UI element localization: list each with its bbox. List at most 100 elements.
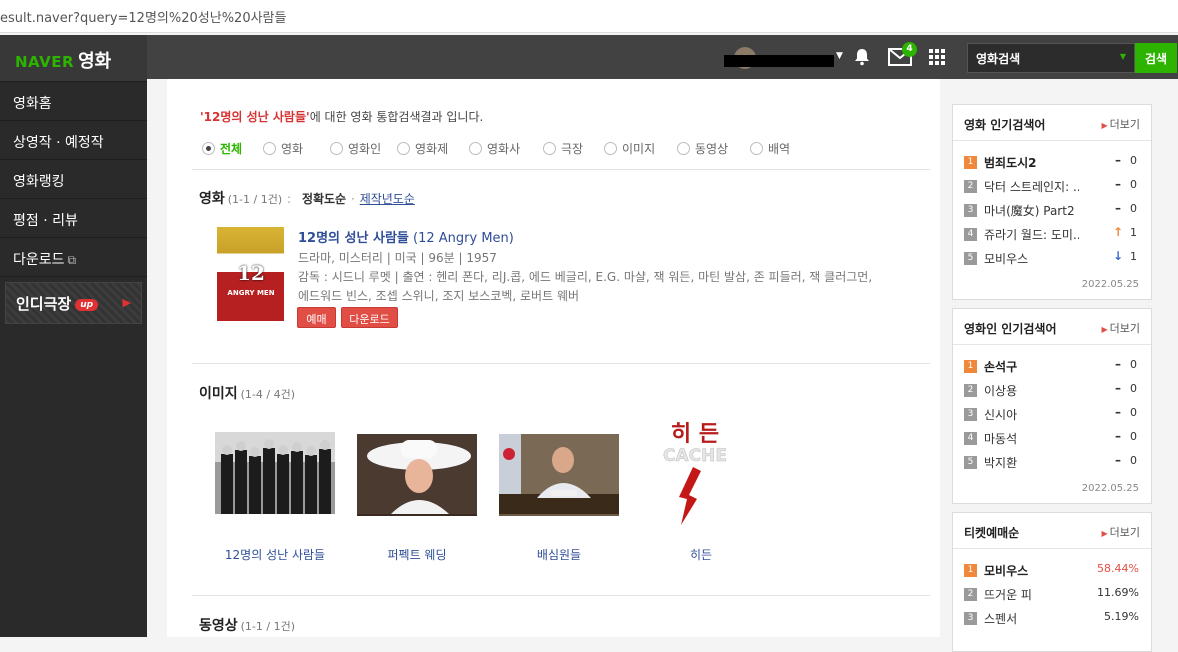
sidebar-item-movie-home[interactable]: 영화홈 [0, 82, 147, 121]
rank-number: 2 [964, 384, 977, 397]
rank-number: 3 [964, 408, 977, 421]
rank-name-link[interactable]: 박지환 [984, 454, 1079, 471]
search-summary-text: 에 대한 영화 통합검색결과 입니다. [309, 110, 484, 124]
rank-name-link[interactable]: 신시아 [984, 406, 1079, 423]
bell-icon[interactable] [852, 47, 872, 67]
sort-year-link[interactable]: 제작년도순 [360, 192, 415, 206]
rank-list: 1 범죄도시2–0 2 닥터 스트레인지: .. –0 3 마녀(魔女) Part2 .… [953, 141, 1151, 271]
radio[interactable] [263, 142, 276, 155]
section-title: 이미지 [199, 386, 238, 402]
filter-company[interactable]: 영화사 [469, 140, 520, 157]
radio[interactable] [397, 142, 410, 155]
rank-name-link[interactable]: 마동석 [984, 430, 1079, 447]
rank-name-link[interactable]: 이상용 [984, 382, 1079, 399]
movie-cast-line2: 에드워드 빈스, 조셉 스위니, 조지 보스코벡, 로버트 웨버 [298, 289, 580, 303]
filter-label: 영화사 [487, 142, 521, 156]
radio[interactable] [543, 142, 556, 155]
radio[interactable] [604, 142, 617, 155]
image-caption[interactable]: 12명의 성난 사람들 [205, 546, 345, 563]
divider [192, 169, 930, 170]
movie-poster[interactable]: 12 ANGRY MEN [217, 227, 284, 321]
naver-movie-logo[interactable]: NAVER 영화 [0, 35, 147, 82]
rank-name-link[interactable]: 범죄도시2 [984, 154, 1079, 171]
movie-logo-text: 영화 [78, 51, 112, 72]
movie-section-header: 영화 (1-1 / 1건) : 정확도순 · 제작년도순 [199, 188, 415, 208]
filter-label: 전체 [220, 142, 243, 156]
rank-item: 4 마동석 –0 [953, 427, 1151, 451]
panel-title: 영화 인기검색어 [964, 118, 1046, 132]
download-button[interactable]: 다운로드 [341, 307, 398, 328]
rank-item: 3 스펜서 5.19% [953, 607, 1151, 631]
rank-name-link[interactable]: 모비우스 [984, 562, 1079, 579]
address-bar[interactable]: esult.naver?query=12명의%20성난%20사람들 [0, 0, 1178, 33]
sidebar-item-ranking[interactable]: 영화랭킹 [0, 160, 147, 199]
movie-english-title[interactable]: (12 Angry Men) [413, 231, 514, 246]
image-thumb-hidden[interactable]: 히 든 CACHE [641, 415, 749, 527]
filter-festival[interactable]: 영화제 [397, 140, 448, 157]
rank-number: 1 [964, 156, 977, 169]
rank-name-link[interactable]: 뜨거운 피 [984, 586, 1079, 603]
rank-change-value: 0 [1130, 454, 1137, 467]
radio-selected[interactable] [202, 142, 215, 155]
rank-change-value: 1 [1130, 250, 1137, 263]
movie-popular-search-panel: 영화 인기검색어 ▶ 더보기 1 범죄도시2–0 2 닥터 스트레인지: .. –0 3마… [952, 104, 1152, 300]
more-link[interactable]: ▶ 더보기 [1101, 524, 1140, 540]
colon: : [287, 192, 292, 206]
sort-accuracy[interactable]: 정확도순 [302, 192, 346, 206]
image-caption[interactable]: 히든 [631, 546, 771, 563]
video-section-header: 동영상 (1-1 / 1건) [199, 615, 295, 635]
more-label: 더보기 [1109, 526, 1140, 539]
radio[interactable] [469, 142, 482, 155]
rank-change: – [1115, 381, 1121, 395]
reserve-button[interactable]: 예매 [297, 307, 336, 328]
image-caption[interactable]: 배심원들 [489, 546, 629, 563]
rank-name-link[interactable]: 쥬라기 월드: 도미.. [984, 226, 1079, 243]
rank-name-link[interactable]: 모비우스 [984, 250, 1079, 267]
sort-separator: · [350, 192, 355, 206]
panel-header: 티켓예매순 ▶ 더보기 [953, 513, 1151, 549]
radio[interactable] [750, 142, 763, 155]
rank-name-link[interactable]: 손석구 [984, 358, 1079, 375]
search-button[interactable]: 검색 [1135, 43, 1177, 73]
more-link[interactable]: ▶ 더보기 [1101, 320, 1140, 336]
sidebar-item-now-showing[interactable]: 상영작 · 예정작 [0, 121, 147, 160]
rank-change: – [1115, 453, 1121, 467]
image-caption[interactable]: 퍼펙트 웨딩 [347, 546, 487, 563]
indie-theater-banner[interactable]: 인디극장 up ▶ [5, 282, 142, 324]
rank-change: – [1115, 429, 1121, 443]
rank-name-link[interactable]: 스펜서 [984, 610, 1079, 627]
section-title: 영화 [199, 191, 225, 207]
image-thumb-perfect-wedding[interactable] [357, 434, 477, 516]
sidebar-item-label: 상영작 · 예정작 [13, 135, 104, 151]
filter-image[interactable]: 이미지 [604, 140, 655, 157]
rank-number: 1 [964, 360, 977, 373]
panel-date: 2022.05.25 [1081, 483, 1139, 494]
user-menu[interactable]: ▼ [724, 47, 843, 69]
radio[interactable] [677, 142, 690, 155]
sidebar-item-download[interactable]: 다운로드 ⧉ [0, 238, 147, 277]
image-thumb-12-angry-men[interactable] [215, 432, 335, 514]
image-thumb-juror[interactable] [499, 434, 619, 516]
filter-all[interactable]: 전체 [202, 140, 242, 157]
filter-movie[interactable]: 영화 [263, 140, 303, 157]
rank-name-link[interactable]: 마녀(魔女) Part2 .. [984, 202, 1079, 219]
movie-title-link[interactable]: 12명의 성난 사람들 [298, 231, 409, 246]
sidebar-item-reviews[interactable]: 평점 · 리뷰 [0, 199, 147, 238]
rank-change-value: 0 [1130, 202, 1137, 215]
filter-role[interactable]: 배역 [750, 140, 790, 157]
filter-person[interactable]: 영화인 [330, 140, 381, 157]
filter-theater[interactable]: 극장 [543, 140, 583, 157]
panel-title: 영화인 인기검색어 [964, 322, 1057, 336]
movie-title-line: 12명의 성난 사람들 (12 Angry Men) [298, 227, 514, 246]
rank-item: 3 마녀(魔女) Part2 .. –0 [953, 199, 1151, 223]
panel-header: 영화인 인기검색어 ▶ 더보기 [953, 309, 1151, 345]
radio[interactable] [330, 142, 343, 155]
rank-name-link[interactable]: 닥터 스트레인지: .. [984, 178, 1079, 195]
apps-grid-icon[interactable] [929, 49, 945, 65]
person-popular-search-panel: 영화인 인기검색어 ▶ 더보기 1 손석구 –0 2 이상용 –0 3 신시아 –0 4 마동석 –… [952, 308, 1152, 504]
search-type-select[interactable]: 영화검색 ▼ [967, 43, 1135, 73]
redacted-username [724, 55, 834, 67]
rank-change-value: 0 [1130, 406, 1137, 419]
filter-video[interactable]: 동영상 [677, 140, 728, 157]
more-link[interactable]: ▶ 더보기 [1101, 116, 1140, 132]
